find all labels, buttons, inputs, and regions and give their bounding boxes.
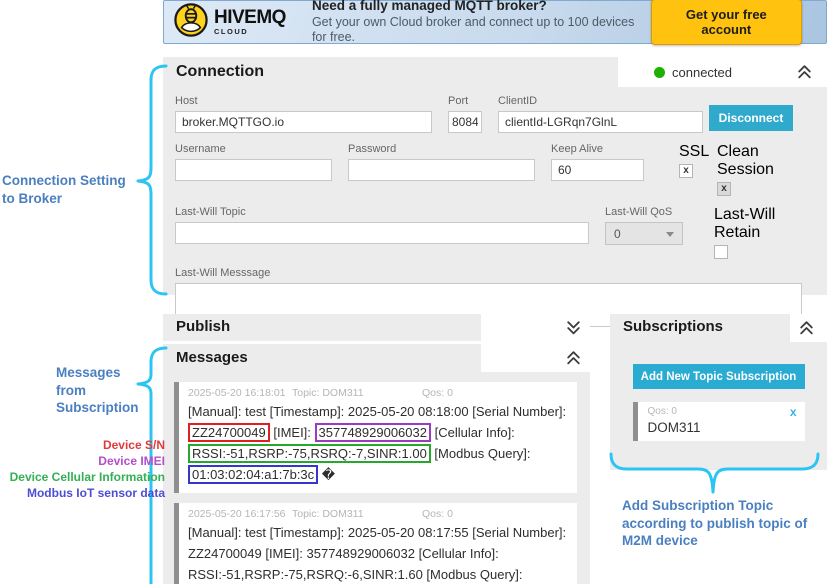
subscription-item: Qos: 0 x DOM311: [633, 402, 805, 441]
subscriptions-panel: Subscriptions Add New Topic Subscription…: [610, 314, 827, 470]
connected-dot-icon: [654, 67, 665, 78]
device-imei-highlight: 357748929006032: [315, 423, 431, 442]
message-time: 2025-05-20 16:17:56: [188, 508, 292, 520]
client-id-input[interactable]: [498, 111, 703, 133]
dropdown-arrow-icon: [666, 232, 674, 237]
connection-status-badge: connected: [618, 57, 827, 87]
payload-text: �: [318, 467, 335, 482]
hivemq-cloud-label: CLOUD: [214, 28, 286, 36]
password-label: Password: [348, 143, 535, 155]
payload-text: [Manual]: test [Timestamp]: 2025-05-20 0…: [188, 404, 566, 419]
message-card: 2025-05-20 16:18:01 Topic: DOM311 Qos: 0…: [174, 382, 577, 493]
payload-text: [Modbus Query]:: [431, 446, 531, 461]
connection-brace: [136, 64, 168, 296]
message-payload: [Manual]: test [Timestamp]: 2025-05-20 0…: [188, 522, 568, 584]
clean-session-checkbox[interactable]: x: [717, 182, 731, 196]
hivemq-logo[interactable]: HIVEMQ CLOUD: [174, 3, 286, 42]
hivemq-wordmark: HIVEMQ: [214, 8, 286, 27]
username-input[interactable]: [175, 159, 332, 181]
port-input[interactable]: [448, 111, 482, 133]
message-topic: Topic: DOM311: [292, 508, 422, 520]
last-will-retain-label: Last-Will Retain: [714, 206, 796, 242]
keep-alive-label: Keep Alive: [551, 143, 644, 155]
message-time: 2025-05-20 16:18:01: [188, 387, 292, 399]
publish-title: Publish: [176, 318, 230, 335]
subscription-topic: DOM311: [648, 420, 797, 435]
last-will-topic-input[interactable]: [175, 222, 589, 244]
keep-alive-input[interactable]: [551, 159, 644, 181]
client-id-label: ClientID: [498, 95, 703, 107]
subscription-note: Add Subscription Topic according to publ…: [622, 497, 827, 550]
page: HIVEMQ CLOUD Need a fully managed MQTT b…: [0, 0, 827, 584]
message-card: 2025-05-20 16:17:56 Topic: DOM311 Qos: 0…: [174, 503, 577, 584]
host-label: Host: [175, 95, 432, 107]
messages-collapse-icon[interactable]: [565, 349, 582, 366]
subscriptions-collapse-icon[interactable]: [798, 319, 815, 336]
legend-modbus-data: Modbus IoT sensor data: [0, 486, 165, 502]
device-serial-highlight: ZZ24700049: [188, 423, 270, 442]
ssl-label: SSL: [679, 143, 709, 161]
username-label: Username: [175, 143, 332, 155]
hivemq-bee-icon: [174, 3, 208, 42]
messages-title: Messages: [176, 349, 248, 366]
port-label: Port: [448, 95, 482, 107]
get-free-account-button[interactable]: Get your free account: [651, 0, 802, 45]
legend-device-imei: Device IMEI: [0, 454, 165, 470]
connection-title: Connection: [176, 63, 264, 80]
payload-text: [Cellular Info]:: [431, 425, 515, 440]
payload-text: [IMEI]:: [270, 425, 315, 440]
message-payload: [Manual]: test [Timestamp]: 2025-05-20 0…: [188, 401, 568, 485]
subscription-brace: [608, 452, 822, 498]
connection-note: Connection Setting to Broker: [2, 172, 136, 207]
cellular-info-highlight: RSSI:-51,RSRP:-75,RSRQ:-7,SINR:1.00: [188, 444, 431, 463]
last-will-qos-label: Last-Will QoS: [605, 206, 683, 218]
clean-session-label: Clean Session: [717, 143, 797, 179]
banner-headline: Need a fully managed MQTT broker?: [312, 0, 651, 15]
subscription-remove-button[interactable]: x: [790, 406, 797, 418]
message-qos: Qos: 0: [422, 508, 453, 520]
message-qos: Qos: 0: [422, 387, 453, 399]
messages-panel: Messages 2025-05-20 16:18:01 Topic: DOM3…: [163, 344, 590, 584]
last-will-message-label: Last-Will Messsage: [175, 267, 802, 279]
last-will-qos-select[interactable]: 0: [605, 222, 683, 245]
disconnect-button[interactable]: Disconnect: [709, 105, 793, 131]
hivemq-banner: HIVEMQ CLOUD Need a fully managed MQTT b…: [163, 0, 827, 44]
messages-note: Messages from Subscription: [56, 364, 151, 417]
host-input[interactable]: [175, 111, 432, 133]
banner-subheadline: Get your own Cloud broker and connect up…: [312, 15, 651, 46]
legend-device-sn: Device S/N: [0, 438, 165, 454]
add-subscription-button[interactable]: Add New Topic Subscription: [633, 364, 805, 389]
subscription-qos: Qos: 0: [648, 406, 677, 418]
connection-collapse-icon[interactable]: [796, 63, 813, 80]
last-will-retain-checkbox[interactable]: [714, 245, 728, 259]
connection-panel: Connection connected Disconnect Host Por…: [163, 57, 827, 295]
message-topic: Topic: DOM311: [292, 387, 422, 399]
ssl-checkbox[interactable]: x: [679, 164, 693, 178]
last-will-topic-label: Last-Will Topic: [175, 206, 589, 218]
modbus-data-highlight: 01:03:02:04:a1:7b:3c: [188, 465, 318, 484]
connection-status-label: connected: [672, 65, 732, 80]
last-will-qos-value: 0: [614, 227, 621, 241]
legend-cellular-info: Device Cellular Information: [0, 470, 165, 486]
subscriptions-title: Subscriptions: [623, 318, 723, 335]
publish-section-header: Publish: [163, 314, 590, 341]
payload-legend: Device S/N Device IMEI Device Cellular I…: [0, 438, 165, 502]
publish-expand-icon[interactable]: [565, 319, 582, 336]
password-input[interactable]: [348, 159, 535, 181]
